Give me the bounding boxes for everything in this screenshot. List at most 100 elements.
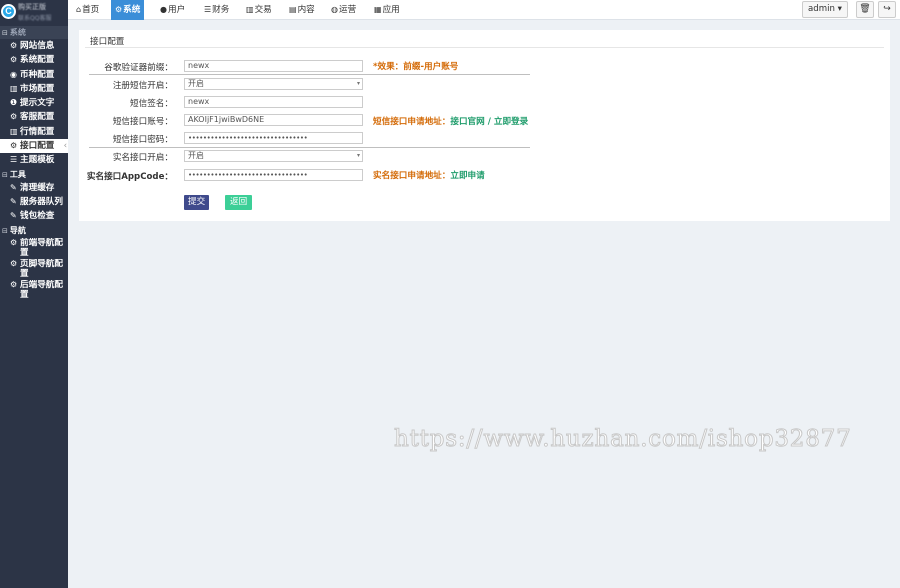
coin-icon: ◉ [10,69,17,79]
sidebar-item-label: 清理缓存 [20,182,55,193]
sms-login-link[interactable]: 立即登录 [494,117,528,127]
select-field[interactable]: 开启 ▾ [184,78,363,90]
bar-chart-icon: ▥ [246,5,254,14]
trash-button[interactable]: 🗑 [856,1,874,18]
sidebar-item[interactable]: ✎ 钱包检查 [0,209,68,223]
sidebar-item-label: 客服配置 [20,112,55,123]
top-tab[interactable]: ◍运营 [327,0,360,20]
submit-button[interactable]: 提交 [184,195,210,210]
sidebar-item-label: 行情配置 [20,126,55,137]
realname-apply-link[interactable]: 立即申请 [450,171,484,181]
gear-icon: ⚙ [115,5,123,14]
top-navbar: ⌂首页 ⚙系统 ●用户 ☰财务 ▥交易 ▤内容 ◍运营 ▦应用 admin ▾ 🗑 ↪ [68,0,900,20]
top-tab-label: 运营 [338,5,357,15]
sms-hint: 短信接口申请地址：接口官网 / 立即登录 [373,115,528,127]
gear-icon: ⚙ [10,141,18,151]
sidebar-item[interactable]: ⚙ 接口配置 [0,139,68,154]
top-tab[interactable]: ☰财务 [200,0,233,20]
text-field[interactable]: newx [184,60,363,72]
sms-official-link[interactable]: 接口官网 [450,117,484,127]
top-tab-label: 财务 [212,5,230,15]
sidebar-item[interactable]: ▥ 市场配置 [0,82,68,96]
top-tab-label: 应用 [382,5,400,15]
chevron-down-icon: ▾ [356,152,360,159]
top-tab-label: 内容 [297,5,315,15]
globe-icon: ◍ [331,5,338,14]
brand[interactable]: C 购买正版 联系QQ客服 [0,0,68,26]
sidebar-item-label: 提示文字 [20,98,55,109]
top-tab-label: 系统 [123,5,141,15]
sidebar-item[interactable]: ✎ 清理缓存 [0,181,68,195]
prefix-hint: *效果：前缀-用户账号 [373,60,458,72]
sidebar-item-label: 后端导航配置 [20,279,63,300]
wrench-icon: ✎ [10,182,17,192]
sidebar-item[interactable]: ◉ 币种配置 [0,68,68,82]
top-tab[interactable]: ▤内容 [285,0,319,20]
field-value: •••••••••••••••••••••••••••••••• [188,171,308,179]
grid-icon: ▦ [374,5,382,14]
collapse-icon: ⊟ [2,226,8,235]
sidebar-section-label: 系统 [9,28,26,37]
top-tab[interactable]: ▥交易 [242,0,276,20]
back-button[interactable]: 返回 [225,195,253,210]
watermark: https://www.huzhan.com/ishop32877 [394,426,852,453]
field-value: newx [188,97,210,106]
top-tab[interactable]: ●用户 [156,0,189,20]
field-label: 短信接口密码： [112,135,173,145]
panel-divider [85,47,884,48]
gear-icon: ⚙ [10,237,18,247]
admin-dropdown-button[interactable]: admin ▾ [802,1,848,18]
sidebar-item[interactable]: ✎ 服务器队列 [0,195,68,209]
sms-hint-separator: / [484,117,494,127]
collapse-icon: ⊟ [2,29,8,37]
info-icon: ❶ [10,98,18,108]
sidebar-section-label: 导航 [9,225,26,235]
sidebar-item[interactable]: ⚙ 网站信息 [0,39,68,53]
collapse-icon: ⊟ [2,170,8,179]
sidebar-item[interactable]: ⚙ 后端导航配置 [0,279,68,300]
gear-icon: ⚙ [10,41,18,50]
sidebar-section-header[interactable]: ⊟ 系统 [0,26,68,39]
field-value: AKOIjF1jwiBwD6NE [188,115,265,124]
field-label: 注册短信开启： [112,81,173,91]
sidebar-item[interactable]: ⚙ 前端导航配置 [0,237,68,258]
home-icon: ⌂ [76,5,82,14]
sidebar-section-header[interactable]: ⊟ 导航 [0,224,68,237]
field-value: newx [188,61,210,70]
chevron-down-icon: ▾ [356,80,360,87]
realname-hint: 实名接口申请地址：立即申请 [373,169,485,181]
sidebar-item[interactable]: ⚙ 页脚导航配置 [0,258,68,279]
bar-chart-icon: ▥ [10,126,18,136]
field-value: 开启 [188,79,204,88]
password-field[interactable]: •••••••••••••••••••••••••••••••• [184,132,363,144]
top-tab[interactable]: ▦应用 [370,0,404,20]
select-field[interactable]: 开启 ▾ [184,150,363,162]
top-tab[interactable]: ⚙系统 [111,0,145,20]
brand-name: 购买正版 [18,3,46,11]
sidebar-item-label: 钱包检查 [20,211,55,222]
panel-title: 接口配置 [90,37,125,47]
field-value: 开启 [188,151,204,160]
sidebar-item-label: 币种配置 [20,69,55,80]
top-tab[interactable]: ⌂首页 [72,0,103,20]
user-icon: ● [160,5,167,14]
sidebar-item[interactable]: ⚙ 客服配置 [0,110,68,124]
logout-button[interactable]: ↪ [878,1,896,18]
row-divider [89,74,530,75]
text-field[interactable]: newx [184,96,363,108]
text-field[interactable]: AKOIjF1jwiBwD6NE [184,114,363,126]
field-label: 实名接口开启： [112,153,173,163]
field-value: •••••••••••••••••••••••••••••••• [188,134,308,142]
sidebar-item-label: 服务器队列 [20,196,63,207]
sidebar-item[interactable]: ⚙ 系统配置 [0,53,68,67]
sidebar-item[interactable]: ❶ 提示文字 [0,96,68,110]
logout-icon: ↪ [883,4,891,14]
sidebar-item-label: 前端导航配置 [20,237,63,258]
sidebar-item[interactable]: ☰ 主题模板 [0,153,68,167]
wrench-icon: ✎ [10,211,17,221]
password-field[interactable]: •••••••••••••••••••••••••••••••• [184,169,363,181]
field-label: 谷歌验证器前缀： [104,63,173,73]
sidebar-section-label: 工具 [9,169,26,179]
sidebar-item[interactable]: ▥ 行情配置 [0,125,68,139]
sidebar-section-header[interactable]: ⊟ 工具 [0,168,68,181]
